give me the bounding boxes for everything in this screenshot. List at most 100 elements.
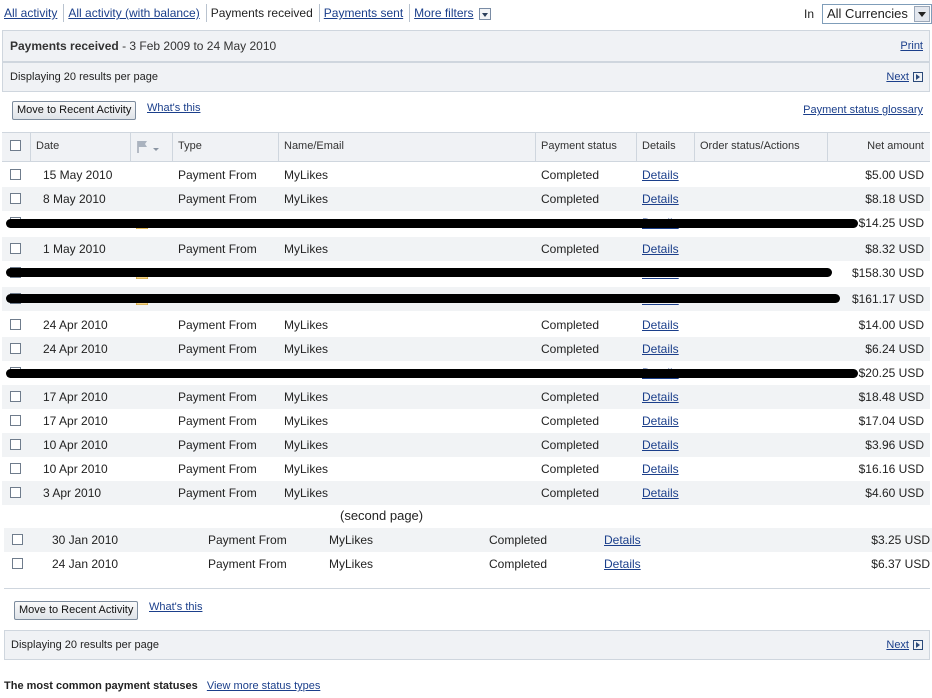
row-date: 1 May 2010: [43, 242, 106, 256]
select-all-checkbox[interactable]: [10, 140, 21, 151]
table-row: 10 Apr 2010 Payment From MyLikes Complet…: [2, 433, 930, 457]
row-date: 10 Apr 2010: [43, 462, 108, 476]
row-details-link[interactable]: Details: [642, 187, 679, 211]
row-date: 10 Apr 2010: [43, 438, 108, 452]
dropdown-arrow-icon[interactable]: [914, 6, 930, 22]
row-status: Completed: [541, 342, 600, 356]
row-checkbox[interactable]: [10, 463, 21, 474]
row-amount: $3.96 USD: [865, 438, 924, 452]
col-name-email: Name/Email: [278, 133, 535, 162]
row-amount: $14.25 USD: [858, 216, 924, 230]
col-flag[interactable]: [130, 133, 172, 162]
row-details-link[interactable]: Details: [604, 552, 641, 576]
tab-all-activity-balance[interactable]: All activity (with balance): [64, 4, 207, 22]
row-checkbox[interactable]: [10, 243, 21, 254]
row-details-link[interactable]: Details: [642, 163, 679, 187]
next-arrow-icon[interactable]: [913, 72, 923, 82]
table-header: Date Type Name/Email Payment status Deta…: [2, 132, 930, 162]
row-details-link[interactable]: Details: [642, 385, 679, 409]
whats-this-link[interactable]: What's this: [149, 601, 202, 613]
row-status: Completed: [541, 242, 600, 256]
row-details-link[interactable]: Details: [642, 457, 679, 481]
row-checkbox[interactable]: [12, 558, 23, 569]
row-amount: $3.25 USD: [871, 533, 930, 547]
row-details-link[interactable]: Details: [642, 313, 679, 337]
row-details-link[interactable]: Details: [604, 528, 641, 552]
next-link[interactable]: Next: [886, 71, 909, 83]
results-per-page-text: Displaying 20 results per page: [10, 71, 158, 83]
row-checkbox[interactable]: [10, 415, 21, 426]
row-details-link[interactable]: Details: [642, 433, 679, 457]
row-checkbox[interactable]: [10, 193, 21, 204]
row-type: Payment From: [178, 242, 257, 256]
row-amount: $4.60 USD: [865, 486, 924, 500]
row-type: Payment From: [208, 557, 287, 571]
row-amount: $8.32 USD: [865, 242, 924, 256]
row-name: MyLikes: [284, 192, 329, 206]
row-name: MyLikes: [329, 557, 374, 571]
move-to-recent-activity-button[interactable]: Move to Recent Activity: [12, 101, 137, 120]
table-row: 24 Apr 2010 Payment From MyLikes Complet…: [2, 313, 930, 337]
row-checkbox[interactable]: [10, 391, 21, 402]
row-amount: $161.17 USD: [851, 292, 924, 306]
table-row: 8 May 2010 Payment From MyLikes Complete…: [2, 187, 930, 211]
row-details-link[interactable]: Details: [642, 481, 679, 505]
row-checkbox[interactable]: [12, 534, 23, 545]
row-status: Completed: [541, 168, 600, 182]
row-checkbox[interactable]: [10, 439, 21, 450]
table-row: 30 Jan 2010 Payment From MyLikes Complet…: [4, 528, 932, 552]
more-filters[interactable]: More filters: [410, 4, 497, 22]
next-page-top[interactable]: Next: [886, 71, 923, 83]
paging-bar-top: Displaying 20 results per page Next: [2, 62, 930, 92]
view-more-status-types-link[interactable]: View more status types: [207, 680, 321, 692]
row-amount: $17.04 USD: [858, 414, 924, 428]
row-type: Payment From: [178, 342, 257, 356]
row-amount: $18.48 USD: [858, 390, 924, 404]
row-checkbox[interactable]: [10, 169, 21, 180]
table-row: 3 Apr 2010 Payment From MyLikes Complete…: [2, 481, 930, 505]
table-row: 10 Apr 2010 Payment From MyLikes Complet…: [2, 457, 930, 481]
table-row: Details $14.25 USD: [2, 211, 930, 235]
tab-payments-sent[interactable]: Payments sent: [320, 4, 411, 22]
redaction-mark: [6, 268, 832, 277]
currency-select[interactable]: All Currencies: [822, 4, 932, 24]
row-details-link[interactable]: Details: [642, 237, 679, 261]
payment-status-glossary-link[interactable]: Payment status glossary: [803, 104, 923, 116]
whats-this-link[interactable]: What's this: [147, 102, 200, 114]
paging-bar-bottom: Displaying 20 results per page Next: [4, 630, 930, 660]
table-row: Details $158.30 USD: [2, 261, 930, 285]
more-filters-link[interactable]: More filters: [414, 6, 473, 20]
next-link[interactable]: Next: [886, 639, 909, 651]
row-name: MyLikes: [284, 242, 329, 256]
table-row: 15 May 2010 Payment From MyLikes Complet…: [2, 163, 930, 187]
tab-all-activity[interactable]: All activity: [0, 4, 65, 22]
tab-payments-received[interactable]: Payments received: [207, 4, 320, 22]
page-title: Payments received - 3 Feb 2009 to 24 May…: [10, 39, 276, 53]
row-name: MyLikes: [284, 462, 329, 476]
chevron-down-icon[interactable]: [478, 7, 491, 20]
print-link[interactable]: Print: [900, 40, 923, 52]
row-details-link[interactable]: Details: [642, 337, 679, 361]
row-name: MyLikes: [284, 318, 329, 332]
row-checkbox[interactable]: [10, 487, 21, 498]
redaction-mark: [6, 369, 858, 378]
currency-select-value: All Currencies: [827, 6, 908, 21]
row-name: MyLikes: [284, 438, 329, 452]
common-statuses: The most common payment statuses View mo…: [4, 680, 320, 692]
row-status: Completed: [489, 557, 548, 571]
results-per-page-text: Displaying 20 results per page: [11, 639, 159, 651]
row-name: MyLikes: [284, 486, 329, 500]
table-row: Details $20.25 USD: [2, 361, 930, 385]
col-payment-status: Payment status: [535, 133, 636, 162]
row-details-link[interactable]: Details: [642, 409, 679, 433]
row-checkbox[interactable]: [10, 343, 21, 354]
move-to-recent-activity-button[interactable]: Move to Recent Activity: [14, 601, 139, 620]
col-net-amount[interactable]: Net amount: [827, 133, 930, 162]
row-type: Payment From: [178, 318, 257, 332]
row-checkbox[interactable]: [10, 319, 21, 330]
row-type: Payment From: [178, 390, 257, 404]
row-type: Payment From: [208, 533, 287, 547]
next-page-bottom[interactable]: Next: [886, 639, 923, 651]
col-date[interactable]: Date: [30, 133, 130, 162]
next-arrow-icon[interactable]: [913, 640, 923, 650]
